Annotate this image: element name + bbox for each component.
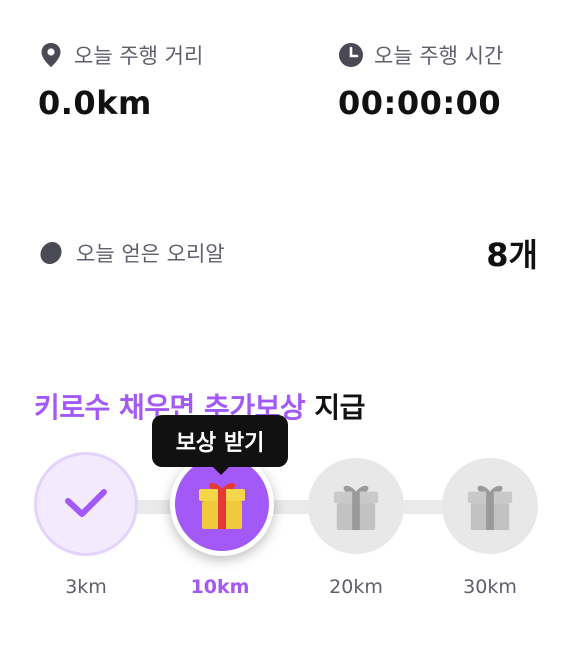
time-label: 오늘 주행 시간 xyxy=(374,44,504,68)
claim-reward-tooltip[interactable]: 보상 받기 xyxy=(152,415,288,475)
location-pin-icon xyxy=(38,42,64,68)
time-stat: 오늘 주행 시간 00:00:00 xyxy=(338,40,503,122)
distance-stat: 오늘 주행 거리 0.0km xyxy=(38,40,203,122)
time-value: 00:00:00 xyxy=(338,84,502,122)
progress-track xyxy=(404,500,444,514)
distance-label: 오늘 주행 거리 xyxy=(74,44,204,68)
milestone-label-10km: 10km xyxy=(190,576,250,598)
milestone-label-30km: 30km xyxy=(463,576,517,598)
milestone-20km-locked xyxy=(308,458,404,554)
milestone-label-20km: 20km xyxy=(329,576,383,598)
progress-track xyxy=(272,500,310,514)
egg-count: 8개 xyxy=(486,236,538,274)
milestone-3km-completed xyxy=(34,452,138,556)
gift-icon xyxy=(333,485,379,531)
distance-value: 0.0km xyxy=(38,84,152,122)
egg-stat: 오늘 얻은 오리알 8개 xyxy=(38,230,538,276)
gift-icon xyxy=(467,485,513,531)
milestone-label-3km: 3km xyxy=(65,576,107,598)
gift-icon xyxy=(199,482,245,529)
time-label-row: 오늘 주행 시간 xyxy=(338,40,503,70)
distance-label-row: 오늘 주행 거리 xyxy=(38,40,203,70)
clock-icon xyxy=(338,42,364,68)
egg-icon xyxy=(38,240,64,266)
check-icon xyxy=(65,489,107,517)
egg-label-row: 오늘 얻은 오리알 xyxy=(38,238,225,268)
egg-label: 오늘 얻은 오리알 xyxy=(76,242,225,266)
progress-track xyxy=(136,500,174,514)
milestone-30km-locked xyxy=(442,458,538,554)
headline-normal: 지급 xyxy=(314,391,365,424)
